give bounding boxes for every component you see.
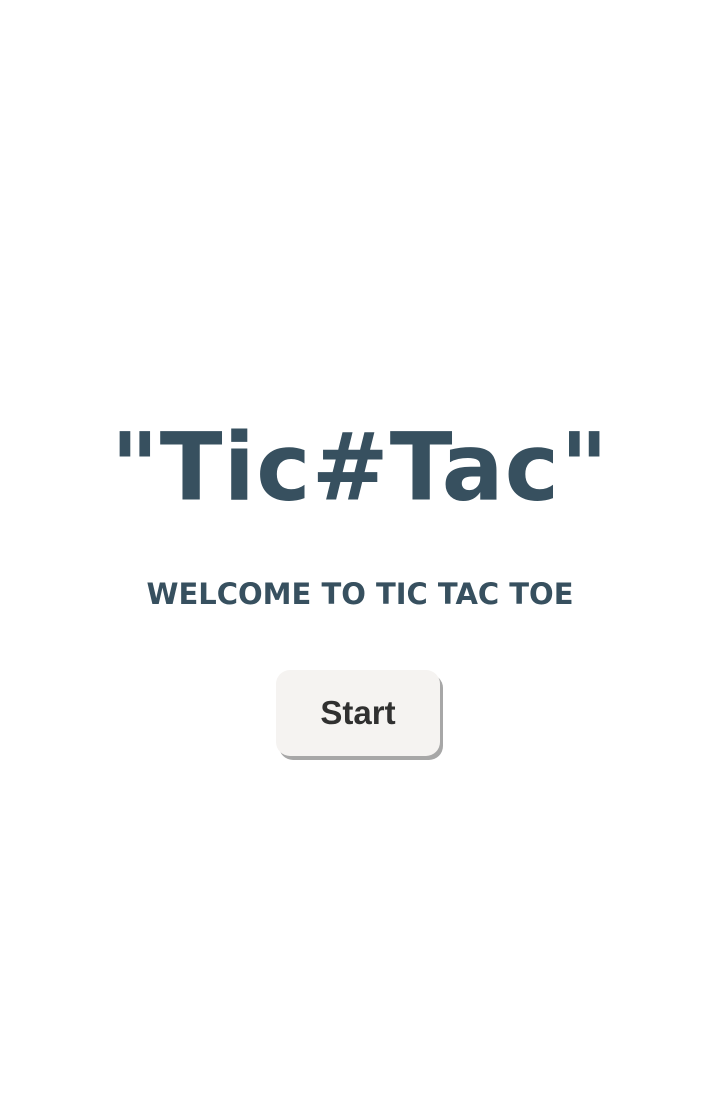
welcome-subtitle: WELCOME TO TIC TAC TOE	[146, 577, 574, 611]
start-button[interactable]: Start	[276, 670, 440, 756]
app-title: "Tic#Tac"	[110, 412, 610, 523]
home-screen: "Tic#Tac" WELCOME TO TIC TAC TOE Start	[0, 0, 720, 1118]
